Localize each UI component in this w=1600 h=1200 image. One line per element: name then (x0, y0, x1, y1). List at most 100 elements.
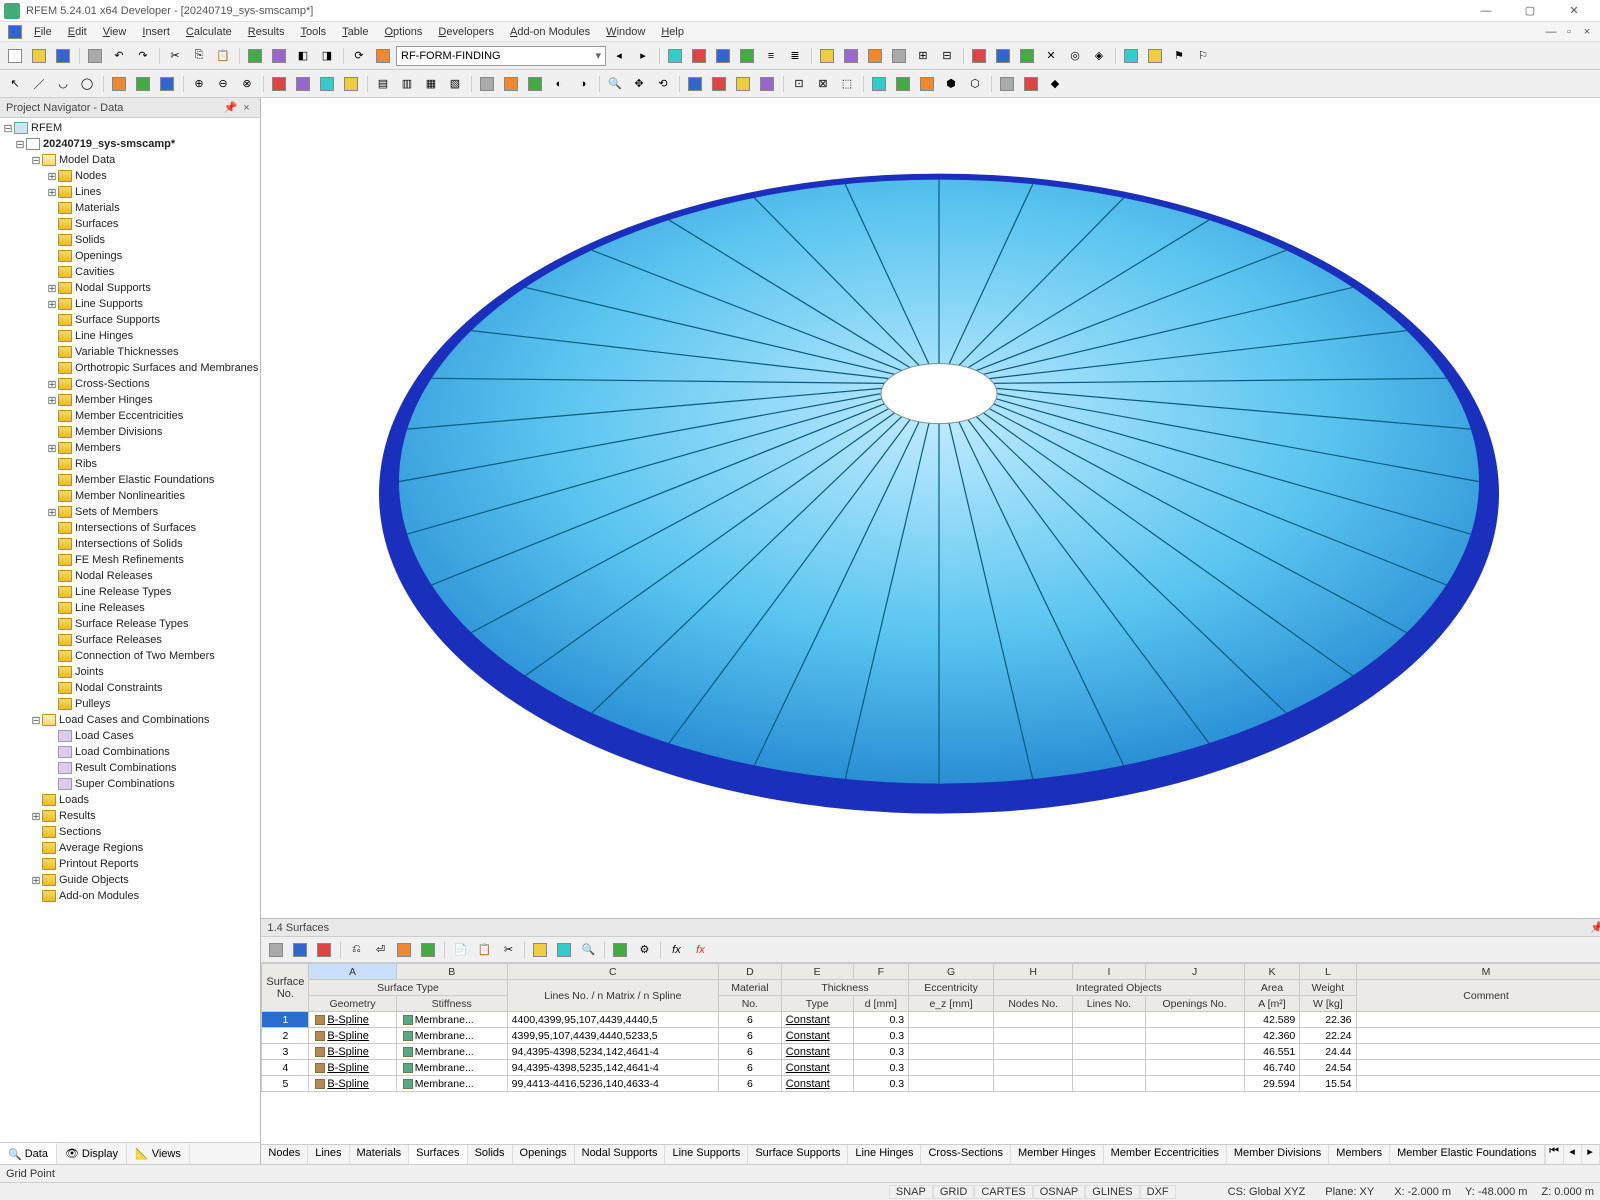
tool-icon[interactable]: ◨ (316, 45, 338, 67)
tree-item[interactable]: Member Elastic Foundations (2, 472, 258, 488)
tool-icon[interactable] (664, 45, 686, 67)
tool-icon[interactable] (996, 73, 1018, 95)
expander-icon[interactable]: ⊞ (30, 874, 42, 887)
tree-item[interactable]: Load Cases (2, 728, 258, 744)
col-letter[interactable]: F (853, 964, 909, 980)
tool-icon[interactable] (888, 45, 910, 67)
fx-clear-icon[interactable]: fx (689, 939, 711, 961)
tab-views[interactable]: 📐 Views (127, 1143, 190, 1164)
menu-help[interactable]: Help (653, 24, 692, 40)
tool-icon[interactable]: ⊞ (912, 45, 934, 67)
save-file-icon[interactable] (52, 45, 74, 67)
tool-icon[interactable] (108, 73, 130, 95)
tree-item[interactable]: Line Hinges (2, 328, 258, 344)
tool-icon[interactable] (684, 73, 706, 95)
tool-icon[interactable] (868, 73, 890, 95)
tab-nav-icon[interactable]: ◂ (1563, 1145, 1581, 1164)
table-tab-nodal-supports[interactable]: Nodal Supports (575, 1145, 666, 1164)
tree-item[interactable]: ⊞Line Supports (2, 296, 258, 312)
tree-item[interactable]: Intersections of Surfaces (2, 520, 258, 536)
tree-item[interactable]: Joints (2, 664, 258, 680)
menu-insert[interactable]: Insert (134, 24, 178, 40)
tool-icon[interactable] (417, 939, 439, 961)
tool-icon[interactable]: ◑ (572, 73, 594, 95)
tool-icon[interactable] (916, 73, 938, 95)
tree-item[interactable]: Connection of Two Members (2, 648, 258, 664)
col-letter[interactable]: B (396, 964, 507, 980)
tool-icon[interactable] (992, 45, 1014, 67)
tool-icon[interactable]: ⊕ (188, 73, 210, 95)
tool-icon[interactable] (268, 45, 290, 67)
table-tab-line-hinges[interactable]: Line Hinges (848, 1145, 921, 1164)
tree-item[interactable]: ⊟20240719_sys-smscamp* (2, 136, 258, 152)
table-tab-member-divisions[interactable]: Member Divisions (1227, 1145, 1329, 1164)
tree-item[interactable]: Printout Reports (2, 856, 258, 872)
tab-nav-icon[interactable]: ▸ (1581, 1145, 1599, 1164)
tree-item[interactable]: Surfaces (2, 216, 258, 232)
tree-item[interactable]: Add-on Modules (2, 888, 258, 904)
tree-item[interactable]: Member Eccentricities (2, 408, 258, 424)
tree-item[interactable]: ⊞Guide Objects (2, 872, 258, 888)
tree-item[interactable]: Line Release Types (2, 584, 258, 600)
cut-icon[interactable]: ✂ (164, 45, 186, 67)
expander-icon[interactable]: ⊟ (2, 122, 14, 135)
tree-item[interactable]: ⊞Results (2, 808, 258, 824)
tool-icon[interactable]: ⊟ (936, 45, 958, 67)
tool-icon[interactable]: ⊠ (812, 73, 834, 95)
tree-item[interactable]: Surface Release Types (2, 616, 258, 632)
tool-icon[interactable] (708, 73, 730, 95)
open-file-icon[interactable] (28, 45, 50, 67)
tree-item[interactable]: ⊟Model Data (2, 152, 258, 168)
tree-item[interactable]: Nodal Releases (2, 568, 258, 584)
tree-item[interactable]: FE Mesh Refinements (2, 552, 258, 568)
tool-icon[interactable] (1020, 73, 1042, 95)
tree-item[interactable]: Variable Thicknesses (2, 344, 258, 360)
nav-prev-icon[interactable]: ◂ (608, 45, 630, 67)
tool-icon[interactable] (1016, 45, 1038, 67)
tree-item[interactable]: ⊞Cross-Sections (2, 376, 258, 392)
tool-icon[interactable] (524, 73, 546, 95)
table-tab-lines[interactable]: Lines (308, 1145, 349, 1164)
close-button[interactable]: ✕ (1552, 0, 1596, 22)
table-tab-nodes[interactable]: Nodes (261, 1145, 308, 1164)
col-letter[interactable]: H (993, 964, 1072, 980)
tool-icon[interactable]: ◧ (292, 45, 314, 67)
tool-icon[interactable] (393, 939, 415, 961)
menu-tools[interactable]: Tools (292, 24, 334, 40)
tool-icon[interactable] (712, 45, 734, 67)
tree-item[interactable]: Ribs (2, 456, 258, 472)
tree-item[interactable]: ⊞Nodes (2, 168, 258, 184)
new-file-icon[interactable] (4, 45, 26, 67)
nav-next-icon[interactable]: ▸ (632, 45, 654, 67)
tool-icon[interactable] (688, 45, 710, 67)
mdi-close-button[interactable]: × (1578, 26, 1596, 38)
table-tab-surfaces[interactable]: Surfaces (409, 1145, 467, 1164)
tool-icon[interactable]: ⚑ (1168, 45, 1190, 67)
tool-icon[interactable] (244, 45, 266, 67)
tree-item[interactable]: Solids (2, 232, 258, 248)
tool-icon[interactable]: ▤ (372, 73, 394, 95)
select-icon[interactable]: ↖ (4, 73, 26, 95)
panel-close-icon[interactable]: × (238, 102, 254, 114)
tree-item[interactable]: Member Divisions (2, 424, 258, 440)
tool-icon[interactable] (1144, 45, 1166, 67)
expander-icon[interactable]: ⊞ (46, 170, 58, 183)
tree-item[interactable]: ⊞Nodal Supports (2, 280, 258, 296)
tool-icon[interactable] (476, 73, 498, 95)
col-letter[interactable]: A (309, 964, 396, 980)
tool-icon[interactable]: ⊗ (236, 73, 258, 95)
table-tab-member-eccentricities[interactable]: Member Eccentricities (1104, 1145, 1227, 1164)
menu-window[interactable]: Window (598, 24, 653, 40)
tool-icon[interactable]: ⚙ (633, 939, 655, 961)
table-tab-line-supports[interactable]: Line Supports (665, 1145, 748, 1164)
minimize-button[interactable]: — (1464, 0, 1508, 22)
tab-display[interactable]: 👁 Display (57, 1143, 127, 1164)
menu-options[interactable]: Options (376, 24, 430, 40)
col-letter[interactable]: G (909, 964, 994, 980)
status-toggle-glines[interactable]: GLINES (1085, 1185, 1139, 1199)
tool-icon[interactable]: ⚐ (1192, 45, 1214, 67)
tree-item[interactable]: ⊟Load Cases and Combinations (2, 712, 258, 728)
mdi-restore-button[interactable]: ▫ (1560, 26, 1578, 38)
tool-icon[interactable] (756, 73, 778, 95)
module-combo[interactable]: RF-FORM-FINDING ▾ (396, 46, 606, 66)
